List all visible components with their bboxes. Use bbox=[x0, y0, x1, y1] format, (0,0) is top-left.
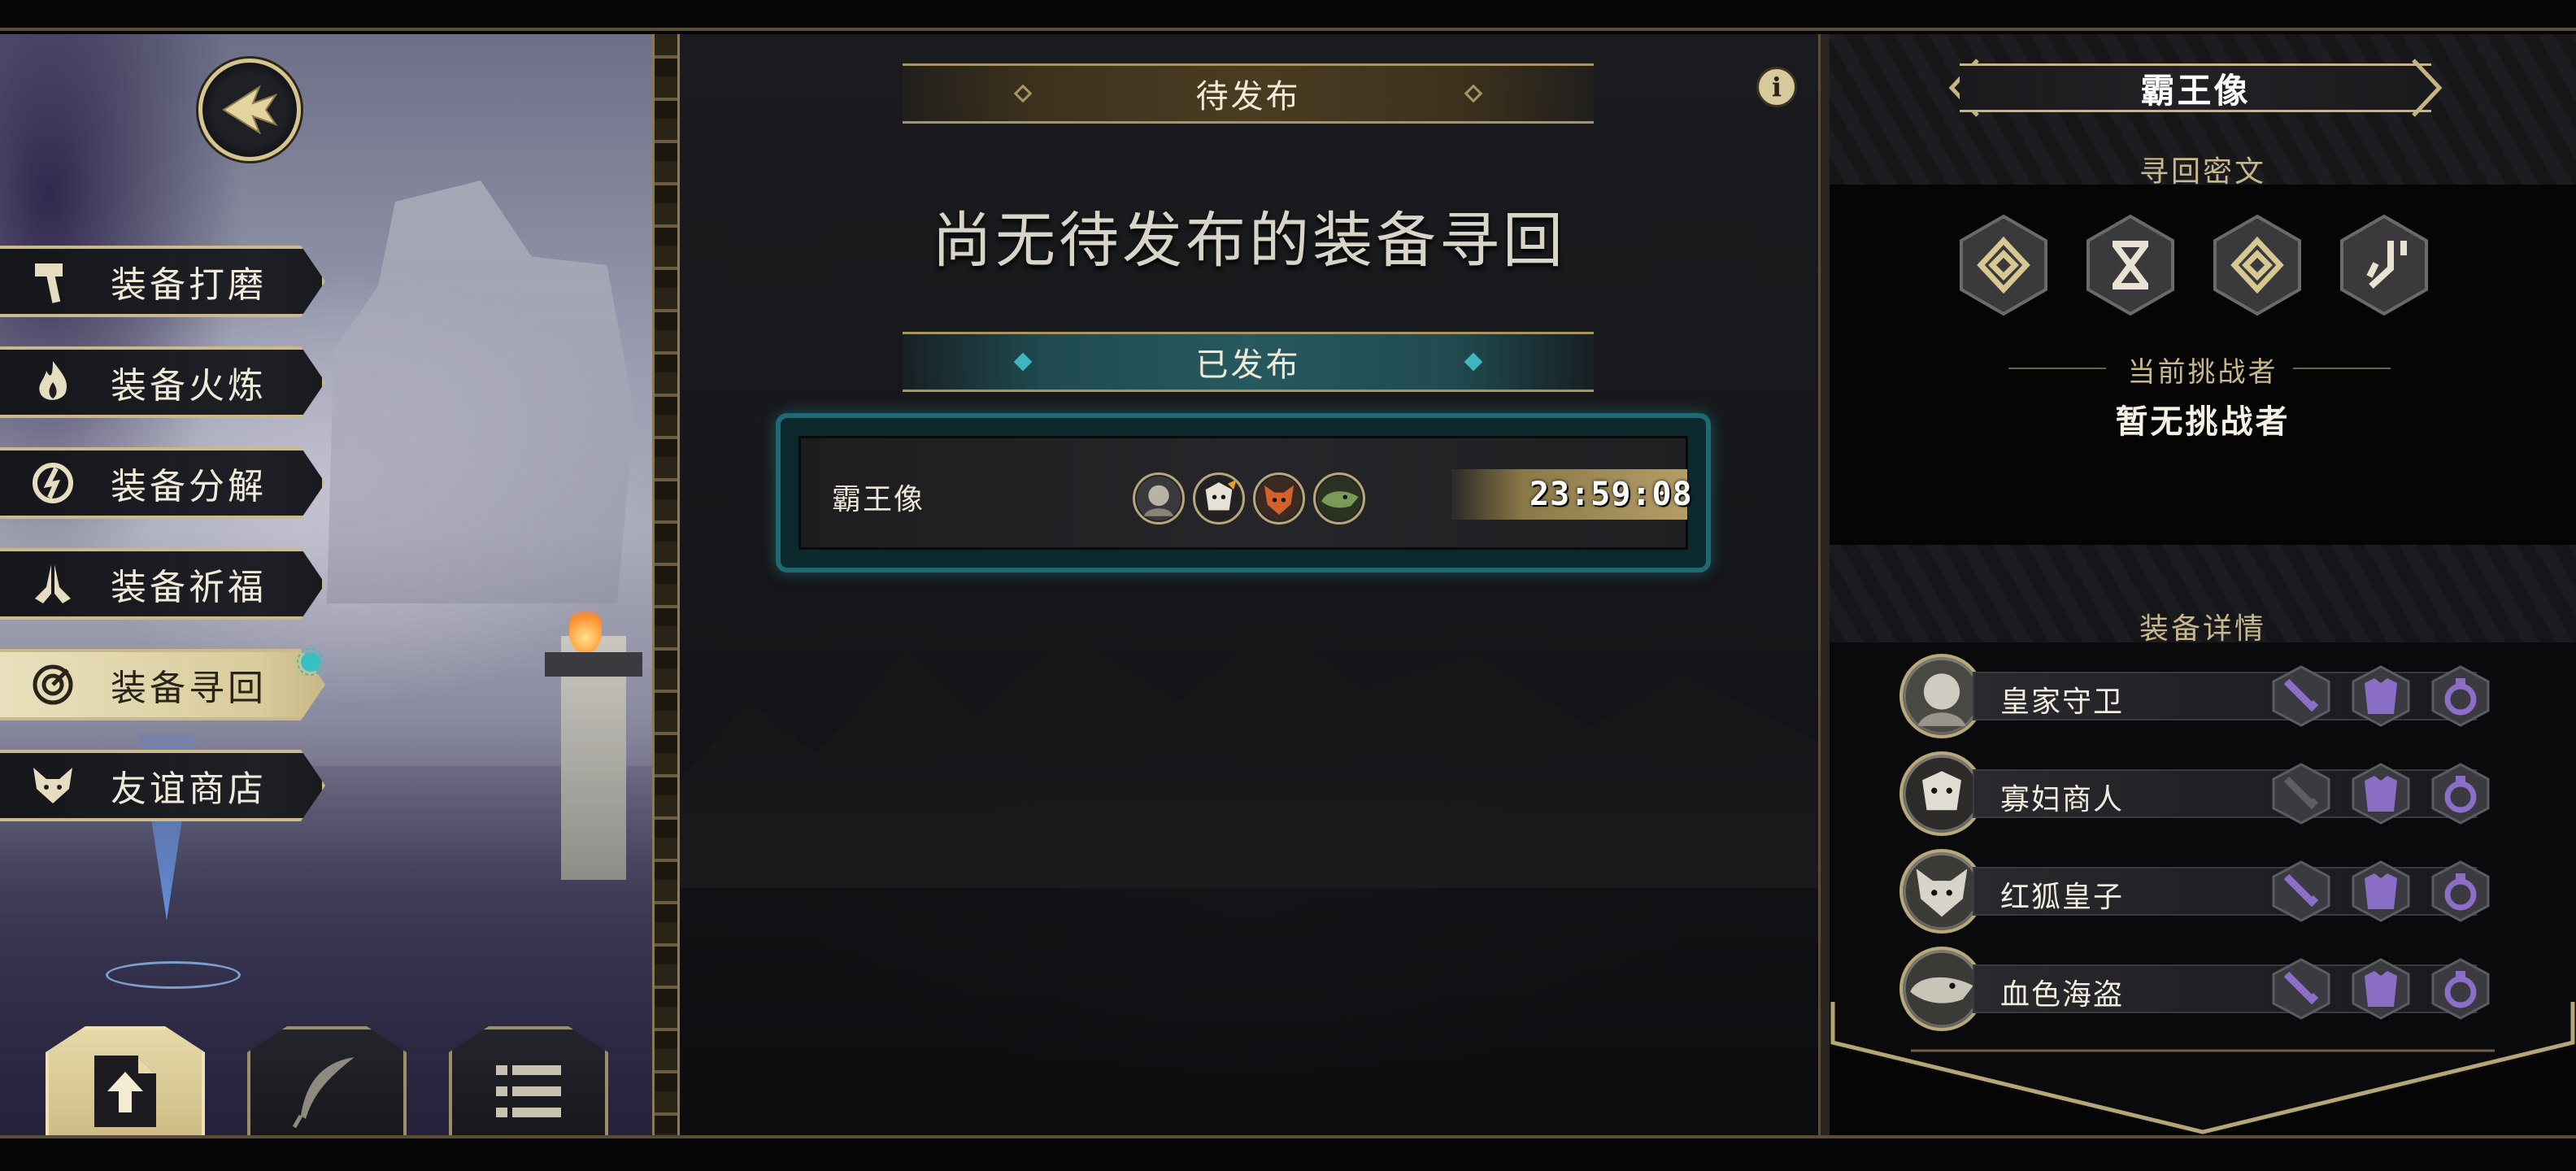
menu-label: 装备打磨 bbox=[111, 264, 267, 306]
challenger-ornament-line bbox=[2293, 368, 2391, 369]
challenger-value: 暂无挑战者 bbox=[2115, 403, 2291, 441]
timer-text: 23:59:08 bbox=[1530, 476, 1693, 513]
hero-name: 皇家守卫 bbox=[2000, 686, 2125, 719]
ring-slot-icon[interactable] bbox=[2430, 763, 2491, 825]
hammer-icon bbox=[24, 253, 81, 310]
challenger-label: 当前挑战者 bbox=[2127, 356, 2278, 389]
pending-header: 待发布 bbox=[903, 63, 1594, 124]
armor-slot-icon[interactable] bbox=[2350, 860, 2412, 922]
menu-label: 装备寻回 bbox=[111, 668, 267, 709]
rune-spiral-icon[interactable] bbox=[1956, 213, 2051, 317]
back-arrow-icon bbox=[222, 85, 278, 135]
hero-avatar bbox=[1899, 849, 1984, 934]
info-icon: i bbox=[1771, 72, 1782, 102]
armor-slot-icon[interactable] bbox=[2350, 763, 2412, 825]
hero-avatar bbox=[1899, 654, 1984, 738]
panel-divider-right bbox=[1818, 34, 1830, 1135]
menu-label: 友谊商店 bbox=[111, 768, 267, 810]
background-silhouette bbox=[680, 620, 1818, 888]
tower-top-illustration bbox=[545, 652, 642, 677]
fox-icon bbox=[24, 757, 81, 814]
praying-hands-icon bbox=[24, 555, 81, 612]
diamond-ornament-icon bbox=[1464, 352, 1483, 372]
menu-item-friendship-shop[interactable]: 友谊商店 bbox=[0, 750, 325, 821]
rune-branch-icon[interactable] bbox=[2337, 213, 2431, 317]
panel-divider bbox=[652, 34, 680, 1135]
menu-item-forge[interactable]: 装备火炼 bbox=[0, 346, 325, 418]
glow-ring-illustration bbox=[106, 961, 241, 989]
weapon-slot-icon[interactable] bbox=[2270, 763, 2332, 825]
feather-icon bbox=[292, 1057, 355, 1129]
rune-hourglass-icon[interactable] bbox=[2083, 213, 2178, 317]
back-button[interactable] bbox=[198, 59, 301, 161]
runes-title: 寻回密文 bbox=[2139, 155, 2266, 189]
ring-slot-icon[interactable] bbox=[2430, 958, 2491, 1020]
weapon-slot-icon[interactable] bbox=[2270, 860, 2332, 922]
ring-slot-icon[interactable] bbox=[2430, 665, 2491, 727]
equipment-row[interactable]: 红狐皇子 bbox=[1899, 849, 2493, 934]
diamond-ornament-icon bbox=[1464, 84, 1483, 103]
hero-avatar bbox=[1899, 947, 1984, 1031]
equipment-row[interactable]: 皇家守卫 bbox=[1899, 654, 2493, 738]
armor-slot-icon[interactable] bbox=[2350, 958, 2412, 1020]
weapon-slot-icon[interactable] bbox=[2270, 958, 2332, 1020]
hero-avatar bbox=[1899, 751, 1984, 836]
published-header: 已发布 bbox=[903, 332, 1594, 392]
published-item-inner: 霸王像 23:59:08 bbox=[798, 436, 1692, 550]
menu-item-grind[interactable]: 装备打磨 bbox=[0, 246, 325, 317]
diamond-ornament-icon bbox=[1013, 84, 1033, 103]
detail-title-plate: 霸王像 bbox=[1960, 63, 2431, 112]
menu-label: 装备祈福 bbox=[111, 567, 267, 608]
menu-label: 装备分解 bbox=[111, 466, 267, 507]
hero-name: 血色海盗 bbox=[2000, 978, 2125, 1012]
decompose-icon bbox=[24, 455, 81, 511]
ring-slot-icon[interactable] bbox=[2430, 860, 2491, 922]
published-item-card[interactable]: 霸王像 23:59:08 bbox=[776, 413, 1711, 572]
list-icon bbox=[496, 1065, 561, 1117]
menu-item-decompose[interactable]: 装备分解 bbox=[0, 447, 325, 519]
challenger-avatar-4 bbox=[1313, 472, 1365, 525]
published-item-name: 霸王像 bbox=[832, 483, 925, 516]
menu-label: 装备火炼 bbox=[111, 365, 267, 407]
target-icon bbox=[24, 656, 81, 713]
armor-slot-icon[interactable] bbox=[2350, 665, 2412, 727]
menu-item-retrieve[interactable]: 装备寻回 bbox=[0, 649, 325, 720]
flame-icon bbox=[24, 354, 81, 411]
equipment-row[interactable]: 血色海盗 bbox=[1899, 947, 2493, 1031]
detail-title: 霸王像 bbox=[2140, 70, 2251, 111]
countdown-timer: 23:59:08 bbox=[1451, 469, 1692, 520]
hero-name: 红狐皇子 bbox=[2000, 881, 2125, 914]
rune-spiral-icon[interactable] bbox=[2210, 213, 2304, 317]
menu-item-bless[interactable]: 装备祈福 bbox=[0, 548, 325, 620]
diamond-ornament-icon bbox=[1013, 352, 1033, 372]
pending-header-text: 待发布 bbox=[1195, 78, 1301, 115]
notification-badge-icon bbox=[297, 648, 324, 676]
published-header-text: 已发布 bbox=[1195, 346, 1301, 384]
hero-name: 寡妇商人 bbox=[2000, 783, 2125, 816]
bottom-frame bbox=[0, 1135, 2576, 1171]
castle-illustration bbox=[327, 181, 634, 603]
equipment-title: 装备详情 bbox=[2139, 612, 2266, 646]
weapon-slot-icon[interactable] bbox=[2270, 665, 2332, 727]
challenger-avatar-2 bbox=[1193, 472, 1245, 525]
upload-file-icon bbox=[94, 1056, 156, 1127]
info-button[interactable]: i bbox=[1756, 67, 1797, 107]
pending-empty-message: 尚无待发布的装备寻回 bbox=[932, 206, 1566, 276]
top-frame bbox=[0, 0, 2576, 31]
challenger-avatar-3 bbox=[1253, 472, 1305, 525]
equipment-row[interactable]: 寡妇商人 bbox=[1899, 751, 2493, 836]
right-chevron-ornament-icon bbox=[2412, 59, 2443, 117]
torch-flame-illustration bbox=[569, 603, 602, 652]
challenger-avatar-1 bbox=[1133, 472, 1185, 525]
